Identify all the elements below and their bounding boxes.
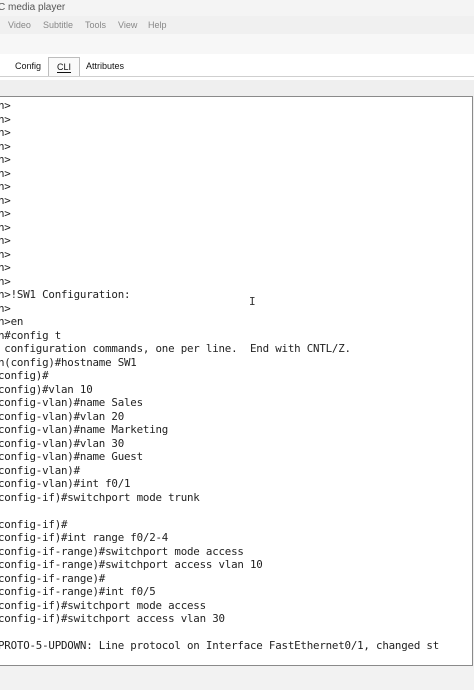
cli-line: config-if-range)#int f0/5 xyxy=(0,585,156,598)
tab-config[interactable]: Config xyxy=(10,57,46,75)
cli-line: config-if-range)#switchport mode access xyxy=(0,544,244,558)
cli-line: h> xyxy=(0,274,11,288)
menu-help[interactable]: Help xyxy=(148,16,167,34)
cli-line: h> xyxy=(0,193,11,207)
tab-cli-label: CLI xyxy=(56,62,71,73)
tab-attributes[interactable]: Attributes xyxy=(82,57,128,75)
tab-config-label: Config xyxy=(14,61,41,71)
cli-line: config-if)#int range f0/2-4 xyxy=(0,531,169,544)
window-title: C media player xyxy=(0,2,66,13)
cli-line: config-vlan)#vlan 20 xyxy=(0,409,125,423)
cli-output: h>h>h>h>h>h>h>h>h>h>h>h>h>h>h>!SW1 Confi… xyxy=(0,99,440,666)
cli-line: h> xyxy=(0,112,11,126)
cli-line: h>!SW1 Configuration: xyxy=(0,288,131,301)
cli-line: h> xyxy=(0,139,11,153)
cli-line: config-if)# xyxy=(0,517,68,531)
tab-attributes-label: Attributes xyxy=(85,61,125,71)
cli-line xyxy=(0,653,439,666)
cli-line xyxy=(0,626,439,640)
cli-line: PROTO-5-UPDOWN: Line protocol on Interfa… xyxy=(0,639,440,652)
cli-line: configuration commands, one per line. En… xyxy=(0,342,351,355)
toolbar-area xyxy=(0,34,474,54)
cli-console[interactable]: h>h>h>h>h>h>h>h>h>h>h>h>h>h>h>!SW1 Confi… xyxy=(0,96,473,666)
cli-line: config-vlan)#int f0/1 xyxy=(0,477,131,490)
cli-line: h> xyxy=(0,180,11,193)
menu-view[interactable]: View xyxy=(118,16,137,34)
cli-line: config-if)#switchport access vlan 30 xyxy=(0,612,225,625)
cli-line: h> xyxy=(0,220,11,234)
tab-cli[interactable]: CLI xyxy=(48,57,80,76)
cli-line: config-vlan)#name Marketing xyxy=(0,423,169,436)
cli-line: h> xyxy=(0,166,11,180)
cli-line: config-if-range)#switchport access vlan … xyxy=(0,558,263,571)
cli-line: h>en xyxy=(0,315,24,328)
cli-line: h(config)#hostname SW1 xyxy=(0,355,137,369)
cli-line: config-if)#switchport mode trunk xyxy=(0,490,200,504)
cli-line xyxy=(0,504,439,518)
cli-line: config-if)#switchport mode access xyxy=(0,598,206,612)
cli-line: config-vlan)# xyxy=(0,463,80,477)
menu-bar: Video Subtitle Tools View Help xyxy=(0,16,474,34)
cli-line: config)# xyxy=(0,369,49,382)
cli-line: h> xyxy=(0,301,11,315)
cli-line: h> xyxy=(0,247,11,261)
tab-bar: Config CLI Attributes xyxy=(0,54,474,77)
cli-line: h> xyxy=(0,99,11,112)
cli-line: h#config t xyxy=(0,328,62,342)
bottom-area xyxy=(0,666,474,690)
cli-line: config-if-range)# xyxy=(0,571,106,585)
cli-line: config-vlan)#vlan 30 xyxy=(0,436,125,450)
cli-line: h> xyxy=(0,207,11,220)
cli-line: h> xyxy=(0,126,11,139)
cli-line: config-vlan)#name Sales xyxy=(0,396,143,409)
menu-tools[interactable]: Tools xyxy=(85,16,106,34)
text-cursor-icon: I xyxy=(249,295,256,308)
cli-line: h> xyxy=(0,261,11,274)
menu-subtitle[interactable]: Subtitle xyxy=(43,16,73,34)
cli-line: h> xyxy=(0,153,11,166)
window-title-bar: C media player xyxy=(0,0,474,16)
cli-line: config-vlan)#name Guest xyxy=(0,450,143,463)
menu-video[interactable]: Video xyxy=(8,16,31,34)
cli-line: h> xyxy=(0,234,11,247)
cli-line: config)#vlan 10 xyxy=(0,382,93,396)
